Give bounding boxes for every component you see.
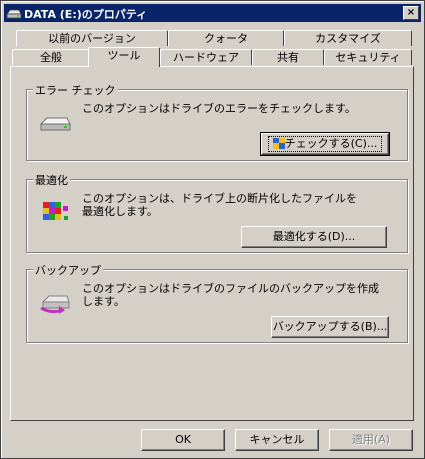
check-now-label: チェックする(C)... xyxy=(284,137,378,150)
backup-group: バックアップ このオプションはドライブのファイルのバックアップを作成します。 バ… xyxy=(26,262,408,343)
tab-previous-versions[interactable]: 以前のバージョン xyxy=(16,30,168,46)
defrag-description: このオプションは、ドライブ上の断片化したファイルを最適化します。 xyxy=(82,192,357,218)
tab-quota[interactable]: クォータ xyxy=(168,30,284,46)
backup-title: バックアップ xyxy=(33,262,103,278)
backup-description: このオプションはドライブのファイルのバックアップを作成します。 xyxy=(82,282,379,308)
backup-now-label: バックアップする(B)... xyxy=(272,320,388,333)
shield-icon xyxy=(272,138,285,149)
defrag-icon xyxy=(43,202,68,220)
cancel-button[interactable]: キャンセル xyxy=(235,429,319,451)
error-check-description: このオプションはドライブのエラーをチェックします。 xyxy=(82,102,356,115)
tab-row-front: 全般 ツール ハードウェア 共有 セキュリティ xyxy=(10,47,414,67)
tab-customize[interactable]: カスタマイズ xyxy=(284,30,412,46)
defragment-button[interactable]: 最適化する(D)... xyxy=(241,226,387,248)
tab-sharing[interactable]: 共有 xyxy=(252,49,324,65)
backup-icon xyxy=(40,295,70,314)
check-now-button[interactable]: チェックする(C)... xyxy=(260,132,390,156)
properties-dialog: DATA (E:)のプロパティ × 以前のバージョン クォータ カスタマイズ 全… xyxy=(0,0,425,459)
tab-label: 全般 xyxy=(40,51,62,64)
cancel-label: キャンセル xyxy=(249,433,305,446)
window-title: DATA (E:)のプロパティ xyxy=(24,8,148,21)
tab-label: 以前のバージョン xyxy=(48,32,136,45)
apply-label: 適用(A) xyxy=(351,433,391,446)
drive-icon xyxy=(6,9,22,19)
ok-label: OK xyxy=(175,433,191,446)
close-icon: × xyxy=(406,7,416,18)
tab-tools[interactable]: ツール xyxy=(88,47,160,67)
tab-row-back: 以前のバージョン クォータ カスタマイズ xyxy=(10,30,414,47)
backup-now-button[interactable]: バックアップする(B)... xyxy=(271,316,389,338)
defrag-group: 最適化 このオプションは、ドライブ上の断片化したファイルを最適化します。 最適化… xyxy=(26,172,408,253)
tab-label: セキュリティ xyxy=(335,51,401,64)
tab-general[interactable]: 全般 xyxy=(12,49,90,65)
defrag-title: 最適化 xyxy=(33,172,70,188)
tab-label: カスタマイズ xyxy=(315,32,381,45)
check-drive-icon xyxy=(39,117,71,131)
error-check-title: エラー チェック xyxy=(33,82,118,98)
tools-panel: エラー チェック このオプションはドライブのエラーをチェックします。 チェックす… xyxy=(10,66,414,421)
ok-button[interactable]: OK xyxy=(141,429,225,451)
defragment-label: 最適化する(D)... xyxy=(272,230,356,243)
tab-label: 共有 xyxy=(277,51,299,64)
tab-label: クォータ xyxy=(204,32,248,45)
error-check-group: エラー チェック このオプションはドライブのエラーをチェックします。 チェックす… xyxy=(26,82,408,161)
close-button[interactable]: × xyxy=(403,6,419,20)
tab-security[interactable]: セキュリティ xyxy=(324,49,412,65)
title-bar[interactable]: DATA (E:)のプロパティ × xyxy=(4,4,421,22)
tab-hardware[interactable]: ハードウェア xyxy=(160,49,252,65)
apply-button[interactable]: 適用(A) xyxy=(329,429,413,451)
tab-label: ハードウェア xyxy=(173,51,239,64)
tab-label: ツール xyxy=(107,49,141,62)
